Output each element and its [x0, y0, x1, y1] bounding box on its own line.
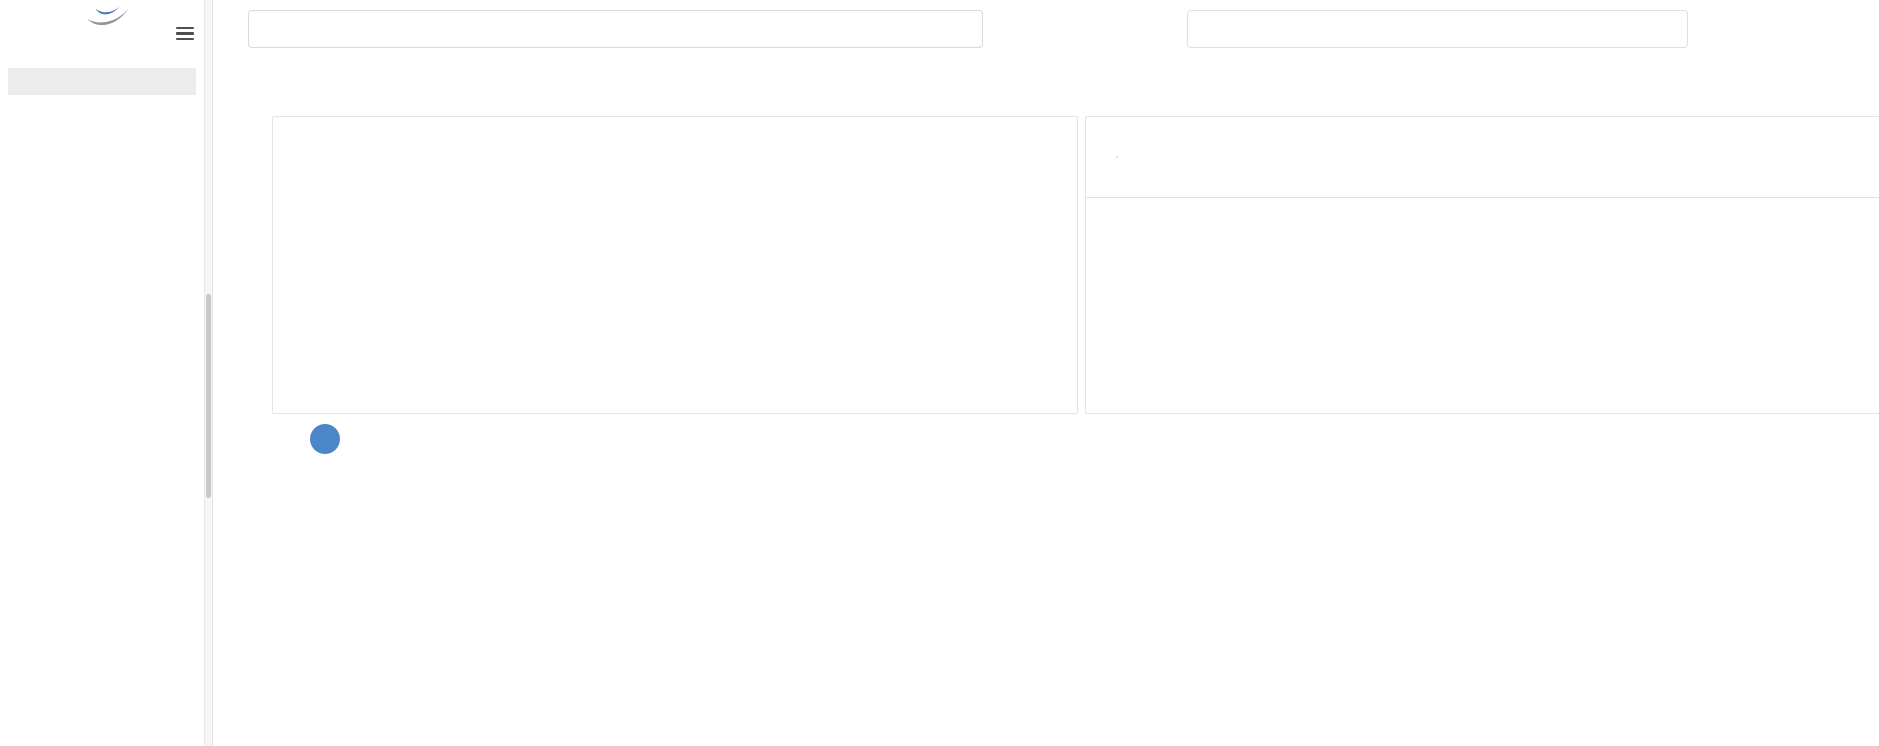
search-icon — [261, 21, 277, 37]
sidebar-scrollbar-thumb[interactable] — [206, 294, 211, 498]
pii-chart-panel — [272, 116, 1078, 414]
sidebar-nav — [0, 100, 204, 116]
sidebar-scrollbar[interactable] — [204, 0, 213, 746]
panel-view-toggle-icon[interactable] — [1051, 127, 1067, 143]
info-icon[interactable] — [1110, 125, 1125, 140]
global-search — [248, 10, 983, 48]
panel-view-toggle-icon[interactable] — [1858, 127, 1874, 143]
pii-chart-panel-title-row — [289, 125, 312, 140]
group-by-control — [1102, 156, 1118, 158]
info-icon[interactable] — [297, 125, 312, 140]
calendar-icon — [1202, 21, 1219, 38]
bar-chart-plot — [359, 226, 1041, 374]
page-settings-gear-icon[interactable] — [291, 58, 308, 75]
date-range-picker[interactable] — [1187, 10, 1688, 48]
page-heading — [278, 58, 308, 75]
sidebar-search-input[interactable] — [8, 68, 196, 95]
sidebar — [0, 0, 204, 746]
logo-swoosh-icon — [84, 4, 130, 23]
menu-toggle-button[interactable] — [174, 24, 196, 42]
global-search-input[interactable] — [287, 20, 970, 39]
pii-table-panel — [1085, 116, 1879, 414]
pii-table-header — [1086, 197, 1879, 198]
pii-table-panel-title-row — [1102, 125, 1125, 140]
app-root — [0, 0, 1879, 746]
exclusions-heading-row — [278, 424, 340, 454]
add-exclusion-button[interactable] — [310, 424, 340, 454]
